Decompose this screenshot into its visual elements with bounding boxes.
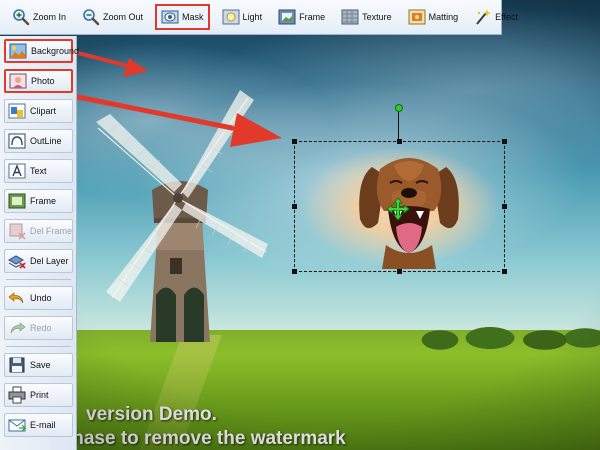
photo-layer[interactable] — [292, 104, 507, 274]
zoom-out-button[interactable]: Zoom Out — [78, 4, 147, 30]
outline-label: OutLine — [30, 136, 62, 146]
save-button[interactable]: Save — [4, 353, 73, 377]
watermark-line-2: Purchase to remove the watermark — [30, 428, 346, 449]
background-treeline — [420, 320, 600, 350]
mask-button[interactable]: Mask — [155, 4, 210, 30]
left-sidebar: Background Photo Clipart OutLine Text Fr… — [0, 36, 79, 450]
delete-frame-icon — [9, 223, 26, 240]
zoom-in-button[interactable]: Zoom In — [8, 4, 70, 30]
frame-sidebar-label: Frame — [30, 196, 57, 206]
frame-button[interactable]: Frame — [274, 4, 329, 30]
frame-label: Frame — [299, 12, 326, 22]
photo-button[interactable]: Photo — [4, 69, 73, 93]
print-button[interactable]: Print — [4, 383, 73, 407]
print-icon — [8, 386, 26, 404]
background-windmill — [96, 90, 268, 342]
texture-label: Texture — [362, 12, 392, 22]
delete-frame-button[interactable]: Del Frame — [4, 219, 73, 243]
save-icon — [9, 357, 25, 373]
frame-icon — [8, 193, 26, 209]
clipart-icon — [8, 103, 26, 119]
delete-layer-label: Del Layer — [30, 256, 69, 266]
redo-button[interactable]: Redo — [4, 316, 73, 340]
effect-label: Effect — [495, 12, 518, 22]
photo-canvas[interactable]: version Demo. Purchase to remove the wat… — [0, 0, 600, 450]
zoom-out-label: Zoom Out — [103, 12, 144, 22]
move-icon[interactable] — [386, 197, 410, 221]
zoom-out-icon — [83, 9, 100, 26]
resize-handle-right[interactable] — [502, 204, 507, 209]
texture-icon — [341, 9, 359, 25]
outline-icon — [8, 133, 26, 149]
text-icon — [8, 163, 26, 179]
effect-button[interactable]: Effect — [470, 4, 522, 30]
email-icon — [8, 419, 26, 432]
clipart-label: Clipart — [30, 106, 57, 116]
matting-button[interactable]: Matting — [404, 4, 463, 30]
resize-handle-top-left[interactable] — [292, 139, 297, 144]
light-button[interactable]: Light — [218, 4, 267, 30]
delete-layer-icon — [8, 255, 26, 269]
redo-icon — [10, 322, 26, 334]
sidebar-separator — [6, 279, 71, 280]
effect-icon — [476, 9, 492, 25]
light-label: Light — [242, 12, 263, 22]
sidebar-separator — [6, 346, 71, 347]
undo-button[interactable]: Undo — [4, 286, 73, 310]
background-icon — [9, 43, 27, 59]
texture-button[interactable]: Texture — [337, 4, 396, 30]
resize-handle-left[interactable] — [292, 204, 297, 209]
resize-handle-bottom[interactable] — [397, 269, 402, 274]
resize-handle-bottom-right[interactable] — [502, 269, 507, 274]
clipart-button[interactable]: Clipart — [4, 99, 73, 123]
top-toolbar: Zoom In Zoom Out Mask Light Frame Textur… — [0, 0, 518, 35]
print-label: Print — [30, 390, 49, 400]
photo-label: Photo — [31, 76, 55, 86]
email-button[interactable]: E-mail — [4, 413, 73, 437]
matting-label: Matting — [428, 12, 459, 22]
watermark-line-1: version Demo. — [86, 404, 217, 425]
mask-label: Mask — [182, 12, 204, 22]
delete-frame-label: Del Frame — [30, 226, 73, 236]
frame-sidebar-button[interactable]: Frame — [4, 189, 73, 213]
zoom-in-label: Zoom In — [33, 12, 67, 22]
resize-handle-bottom-left[interactable] — [292, 269, 297, 274]
rotate-handle[interactable] — [395, 104, 403, 112]
text-label: Text — [30, 166, 47, 176]
save-label: Save — [30, 360, 51, 370]
email-label: E-mail — [30, 420, 56, 430]
light-icon — [222, 9, 240, 25]
undo-icon — [8, 292, 24, 304]
matting-icon — [408, 9, 426, 25]
zoom-in-icon — [13, 9, 30, 26]
background-label: Background — [31, 46, 80, 56]
background-button[interactable]: Background — [4, 39, 79, 63]
frame-icon — [278, 9, 296, 25]
rotate-handle-stem — [398, 109, 399, 141]
text-button[interactable]: Text — [4, 159, 73, 183]
delete-layer-button[interactable]: Del Layer — [4, 249, 73, 273]
photo-icon — [9, 73, 27, 89]
undo-label: Undo — [30, 293, 52, 303]
redo-label: Redo — [30, 323, 52, 333]
resize-handle-top-right[interactable] — [502, 139, 507, 144]
outline-button[interactable]: OutLine — [4, 129, 73, 153]
mask-icon — [161, 10, 179, 24]
